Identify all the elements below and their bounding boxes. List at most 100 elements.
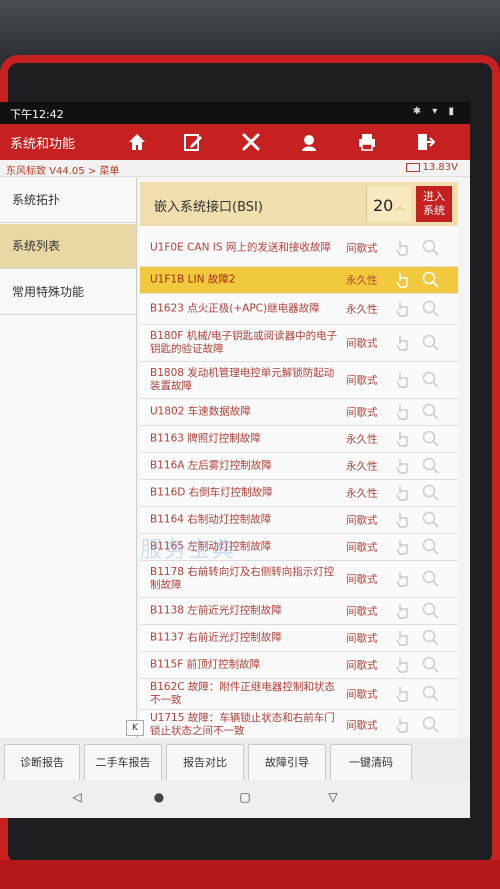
search-icon[interactable]: [422, 716, 440, 734]
fault-status: 间歇式: [346, 541, 378, 554]
search-icon[interactable]: [422, 271, 440, 289]
search-icon[interactable]: [422, 629, 440, 647]
hand-pointer-icon[interactable]: [394, 431, 410, 447]
back-icon[interactable]: ◁: [70, 790, 84, 804]
status-icons: ✱ ▾ ▮: [412, 106, 458, 117]
tools-icon: [242, 133, 260, 151]
fault-row[interactable]: B115F 前顶灯控制故障 间歇式: [140, 652, 458, 679]
search-icon[interactable]: [422, 371, 440, 389]
fault-row[interactable]: B1164 右制动灯控制故障 间歇式: [140, 507, 458, 534]
hand-pointer-icon[interactable]: [394, 458, 410, 474]
hand-pointer-icon[interactable]: [394, 657, 410, 673]
used-car-report-button[interactable]: 二手车报告: [84, 744, 162, 782]
search-icon[interactable]: [422, 570, 440, 588]
fault-count-box: 20 ︿: [366, 186, 411, 222]
fault-row[interactable]: U1802 车速数据故障 间歇式: [140, 399, 458, 426]
search-icon[interactable]: [422, 430, 440, 448]
fault-description: B1137 右前近光灯控制故障: [150, 631, 282, 644]
enter-system-label-2: 系统: [423, 204, 445, 217]
home-icon: [129, 134, 145, 150]
hand-pointer-icon[interactable]: [394, 539, 410, 555]
search-icon[interactable]: [422, 300, 440, 318]
watermark: 服务宝典: [140, 538, 237, 563]
search-icon[interactable]: [422, 656, 440, 674]
breadcrumb-path: 东风标致 V44.05 > 菜单: [6, 166, 120, 177]
fault-description: U1F1B LIN 故障2: [150, 273, 236, 286]
fault-description: B1164 右制动灯控制故障: [150, 513, 272, 526]
search-icon[interactable]: [422, 685, 440, 703]
fault-row[interactable]: U1715 故障：车辆锁止状态和右前车门锁止状态之间不一致 间歇式: [140, 710, 458, 741]
report-compare-button[interactable]: 报告对比: [166, 744, 244, 782]
hand-pointer-icon[interactable]: [394, 372, 410, 388]
fault-row[interactable]: B180F 机械/电子钥匙或阅读器中的电子钥匙的验证故障 间歇式: [140, 325, 458, 362]
fault-row[interactable]: B116D 右倒车灯控制故障 永久性: [140, 480, 458, 507]
diagnostic-report-button[interactable]: 诊断报告: [4, 744, 80, 782]
fault-row[interactable]: B1623 点火正极(+APC)继电器故障 永久性: [140, 294, 458, 325]
fault-row[interactable]: B162C 故障：附件正继电器控制和状态不一致 间歇式: [140, 679, 458, 710]
search-icon[interactable]: [422, 602, 440, 620]
android-nav-bar: ◁ ● ▢ ▽: [0, 780, 470, 818]
search-icon[interactable]: [422, 511, 440, 529]
panel-header: 嵌入系统接口(BSI) 20 ︿ 进入 系统: [140, 182, 458, 226]
support-icon: [302, 135, 316, 151]
tablet-screen: 下午12:42 ✱ ▾ ▮ 系统和功能 东风标致 V44.05 > 菜单 13.…: [0, 102, 470, 818]
home-nav-icon[interactable]: ●: [152, 790, 166, 804]
print-button[interactable]: [342, 127, 392, 157]
fault-row[interactable]: B1138 左前近光灯控制故障 间歇式: [140, 598, 458, 625]
hand-pointer-icon[interactable]: [394, 717, 410, 733]
breadcrumb: 东风标致 V44.05 > 菜单 13.83V: [0, 160, 470, 177]
fault-row[interactable]: B1137 右前近光灯控制故障 间歇式: [140, 625, 458, 652]
support-button[interactable]: [284, 127, 334, 157]
fault-row[interactable]: B1163 牌照灯控制故障 永久性: [140, 426, 458, 453]
hand-pointer-icon[interactable]: [394, 404, 410, 420]
search-icon[interactable]: [422, 484, 440, 502]
search-icon[interactable]: [422, 239, 440, 257]
edit-button[interactable]: [168, 127, 218, 157]
fault-description: B180F 机械/电子钥匙或阅读器中的电子钥匙的验证故障: [150, 330, 338, 355]
fault-row[interactable]: B1808 发动机管理电控单元解锁防起动装置故障 间歇式: [140, 362, 458, 399]
page-title: 系统和功能: [10, 137, 76, 152]
hand-pointer-icon[interactable]: [394, 301, 410, 317]
hand-pointer-icon[interactable]: [394, 571, 410, 587]
hand-pointer-icon[interactable]: [394, 512, 410, 528]
fault-row[interactable]: U1F0E CAN IS 网上的发送和接收故障 间歇式: [140, 230, 458, 267]
fault-status: 永久性: [346, 433, 378, 446]
voltage-indicator: 13.83V: [405, 162, 458, 173]
fault-status: 间歇式: [346, 337, 378, 350]
search-icon[interactable]: [422, 403, 440, 421]
sidebar: 系统拓扑 系统列表 常用特殊功能: [0, 178, 137, 778]
hand-pointer-icon[interactable]: [394, 603, 410, 619]
hand-pointer-icon[interactable]: [394, 335, 410, 351]
hand-pointer-icon[interactable]: [394, 485, 410, 501]
hand-pointer-icon[interactable]: [394, 240, 410, 256]
tools-button[interactable]: [226, 127, 276, 157]
device-top-bezel: [0, 0, 500, 60]
enter-system-button[interactable]: 进入 系统: [416, 186, 452, 222]
screenshot-icon[interactable]: ▽: [326, 790, 340, 804]
hand-pointer-icon[interactable]: [394, 272, 410, 288]
fault-status: 间歇式: [346, 242, 378, 255]
recent-apps-icon[interactable]: ▢: [238, 790, 252, 804]
fault-status: 间歇式: [346, 719, 378, 732]
sidebar-item-special-functions[interactable]: 常用特殊功能: [0, 270, 136, 315]
fault-status: 间歇式: [346, 573, 378, 586]
sidebar-item-system-list[interactable]: 系统列表: [0, 224, 136, 269]
hand-pointer-icon[interactable]: [394, 686, 410, 702]
fault-guide-button[interactable]: 故障引导: [248, 744, 326, 782]
exit-button[interactable]: [400, 127, 450, 157]
fault-description: B1178 右前转向灯及右侧转向指示灯控制故障: [150, 566, 335, 591]
sidebar-item-topology[interactable]: 系统拓扑: [0, 178, 136, 223]
hand-pointer-icon[interactable]: [394, 630, 410, 646]
one-key-clear-button[interactable]: 一键清码: [330, 744, 412, 782]
collapse-button[interactable]: K: [126, 720, 144, 736]
search-icon[interactable]: [422, 538, 440, 556]
search-icon[interactable]: [422, 457, 440, 475]
fault-row[interactable]: U1F1B LIN 故障2 永久性: [140, 267, 458, 294]
fault-description: U1802 车速数据故障: [150, 405, 251, 418]
home-button[interactable]: [112, 127, 162, 157]
fault-row[interactable]: B116A 左后雾灯控制故障 永久性: [140, 453, 458, 480]
fault-status: 永久性: [346, 460, 378, 473]
fault-row[interactable]: B1178 右前转向灯及右侧转向指示灯控制故障 间歇式: [140, 561, 458, 598]
fault-status: 间歇式: [346, 688, 378, 701]
search-icon[interactable]: [422, 334, 440, 352]
